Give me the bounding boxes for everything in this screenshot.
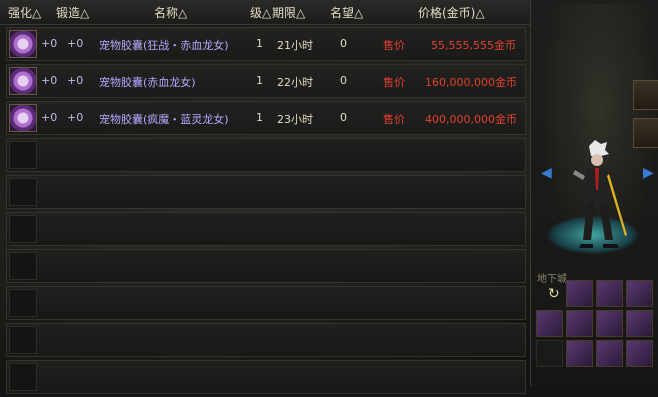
empty-slot [9, 178, 37, 206]
sell-label: 售价 [383, 113, 405, 126]
refresh-icon[interactable]: ↻ [548, 286, 560, 302]
listing-header: 强化△ 锻造△ 名称△ 级△ 期限△ 名望△ 价格(金币)△ [0, 0, 530, 25]
header-duration[interactable]: 期限△ [272, 4, 305, 21]
fame-value: 0 [340, 37, 347, 50]
level-value: 1 [256, 74, 263, 87]
header-forge[interactable]: 锻造△ [56, 4, 89, 21]
inventory-slot[interactable] [626, 340, 653, 367]
duration-value: 23小时 [277, 113, 313, 126]
duration-value: 22小时 [277, 76, 313, 89]
empty-slot [9, 326, 37, 354]
inventory-slot[interactable] [596, 340, 623, 367]
enhance-value: +0 [41, 111, 58, 124]
empty-listing-row [6, 323, 526, 357]
empty-listing-row [6, 212, 526, 246]
arrow-right-icon[interactable]: ▶ [643, 165, 654, 181]
side-tab[interactable] [633, 118, 658, 148]
empty-slot [9, 141, 37, 169]
price-value: 400,000,000金币 [425, 113, 517, 126]
empty-listing-row [6, 360, 526, 394]
inventory-slot[interactable] [536, 310, 563, 337]
price-value: 160,000,000金币 [425, 76, 517, 89]
fame-value: 0 [340, 111, 347, 124]
empty-slot [9, 215, 37, 243]
inventory-slot-empty[interactable] [536, 340, 563, 367]
inventory-slot[interactable] [626, 310, 653, 337]
empty-listing-row [6, 175, 526, 209]
empty-slot [9, 252, 37, 280]
item-name: 宠物胶囊(狂战・赤血龙女) [99, 39, 229, 52]
character-avatar [573, 140, 627, 248]
empty-slot [9, 363, 37, 391]
sell-label: 售价 [383, 39, 405, 52]
header-name[interactable]: 名称△ [154, 4, 187, 21]
enhance-value: +0 [41, 74, 58, 87]
item-name: 宠物胶囊(疯魔・蓝灵龙女) [99, 113, 229, 126]
inventory-slot[interactable] [626, 280, 653, 307]
pet-capsule-icon[interactable] [9, 104, 37, 132]
inventory-slot[interactable] [566, 310, 593, 337]
empty-listing-row [6, 138, 526, 172]
duration-value: 21小时 [277, 39, 313, 52]
header-price[interactable]: 价格(金币)△ [418, 4, 485, 21]
empty-slot [9, 289, 37, 317]
listing-list: +0 +0 宠物胶囊(狂战・赤血龙女) 1 21小时 0 售价 55,555,5… [6, 27, 526, 397]
price-value: 55,555,555金币 [431, 39, 516, 52]
inventory-slot[interactable] [566, 280, 593, 307]
listing-row[interactable]: +0 +0 宠物胶囊(狂战・赤血龙女) 1 21小时 0 售价 55,555,5… [6, 27, 526, 61]
inventory-slot[interactable] [596, 310, 623, 337]
empty-listing-row [6, 249, 526, 283]
forge-value: +0 [67, 37, 84, 50]
header-level[interactable]: 级△ [250, 4, 271, 21]
side-tab[interactable] [633, 80, 658, 110]
pet-capsule-icon[interactable] [9, 67, 37, 95]
forge-value: +0 [67, 74, 84, 87]
level-value: 1 [256, 111, 263, 124]
enhance-value: +0 [41, 37, 58, 50]
listing-row[interactable]: +0 +0 宠物胶囊(疯魔・蓝灵龙女) 1 23小时 0 售价 400,000,… [6, 101, 526, 135]
item-name: 宠物胶囊(赤血龙女) [99, 76, 196, 89]
header-fame[interactable]: 名望△ [330, 4, 363, 21]
level-value: 1 [256, 37, 263, 50]
arrow-left-icon[interactable]: ◀ [541, 165, 552, 181]
pet-capsule-icon[interactable] [9, 30, 37, 58]
inventory-slot[interactable] [566, 340, 593, 367]
listing-row[interactable]: +0 +0 宠物胶囊(赤血龙女) 1 22小时 0 售价 160,000,000… [6, 64, 526, 98]
header-enhance[interactable]: 强化△ [8, 4, 41, 21]
inventory-label: 地下城 [537, 274, 567, 285]
empty-listing-row [6, 286, 526, 320]
forge-value: +0 [67, 111, 84, 124]
sell-label: 售价 [383, 76, 405, 89]
inventory-slot[interactable] [596, 280, 623, 307]
fame-value: 0 [340, 74, 347, 87]
character-panel: ◀ ▶ 地下城 ↻ [530, 0, 658, 386]
